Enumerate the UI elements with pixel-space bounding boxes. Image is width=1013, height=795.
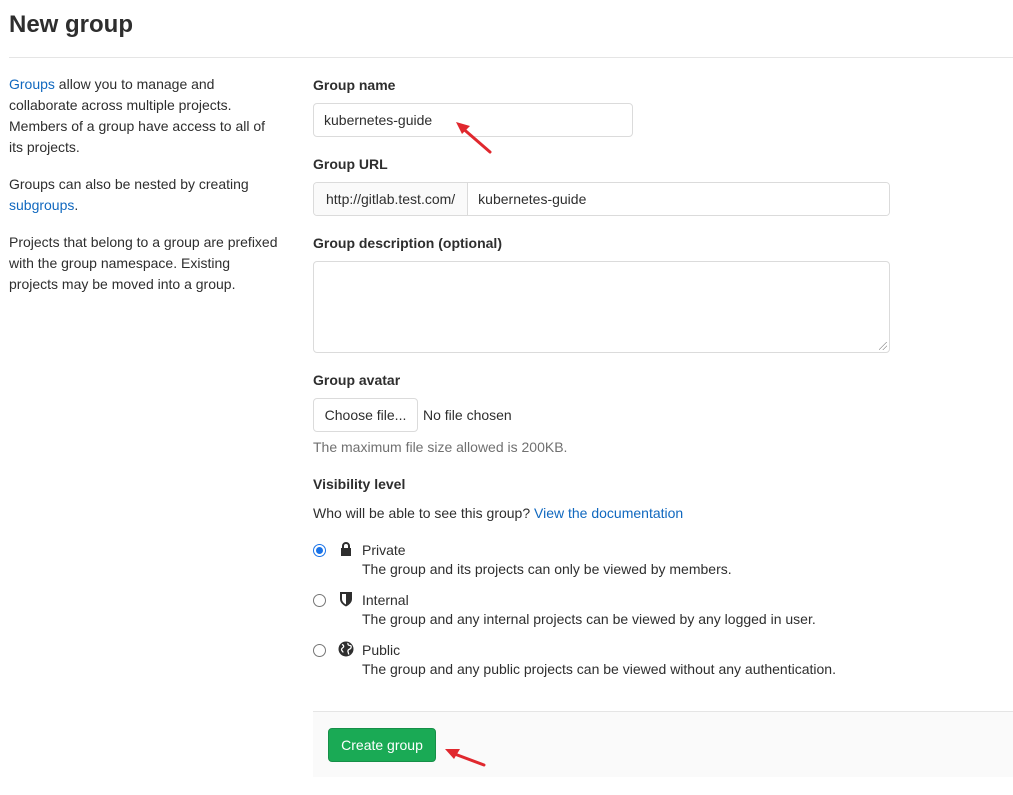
internal-radio[interactable] [313, 594, 326, 607]
public-radio[interactable] [313, 644, 326, 657]
private-radio[interactable] [313, 544, 326, 557]
visibility-level-label: Visibility level [313, 476, 406, 492]
avatar-help-text: The maximum file size allowed is 200KB. [313, 439, 568, 455]
group-avatar-label: Group avatar [313, 372, 401, 388]
visibility-question: Who will be able to see this group? View… [313, 505, 684, 521]
groups-link[interactable]: Groups [9, 76, 55, 92]
visibility-option-internal[interactable]: Internal The group and any internal proj… [313, 590, 913, 630]
lock-icon [338, 541, 354, 557]
group-description-label: Group description (optional) [313, 235, 502, 251]
view-documentation-link[interactable]: View the documentation [534, 505, 683, 521]
globe-icon [338, 641, 354, 657]
group-name-input[interactable]: kubernetes-guide [313, 103, 633, 137]
namespace-description: Projects that belong to a group are pref… [9, 234, 278, 292]
group-url-label: Group URL [313, 156, 388, 172]
title-divider [9, 57, 1013, 58]
create-group-button[interactable]: Create group [328, 728, 436, 762]
group-url-field: http://gitlab.test.com/ kubernetes-guide [313, 182, 890, 216]
public-label: Public [362, 642, 401, 658]
shield-icon [338, 591, 354, 607]
public-description: The group and any public projects can be… [362, 661, 836, 677]
group-description-textarea[interactable] [313, 261, 890, 353]
internal-label: Internal [362, 592, 409, 608]
page-title: New group [9, 11, 133, 38]
visibility-option-public[interactable]: Public The group and any public projects… [313, 640, 913, 680]
resize-handle[interactable] [879, 342, 887, 350]
groups-description: Groups allow you to manage and collabora… [9, 76, 266, 155]
subgroups-description: Groups can also be nested by creating su… [9, 176, 249, 213]
internal-description: The group and any internal projects can … [362, 611, 816, 627]
subgroups-link[interactable]: subgroups [9, 197, 74, 213]
group-info-sidebar: Groups allow you to manage and collabora… [9, 74, 279, 311]
choose-file-button[interactable]: Choose file... [313, 398, 418, 432]
private-description: The group and its projects can only be v… [362, 561, 732, 577]
group-name-label: Group name [313, 77, 396, 93]
private-label: Private [362, 542, 406, 558]
group-url-path-input[interactable]: kubernetes-guide [468, 183, 889, 215]
visibility-option-private[interactable]: Private The group and its projects can o… [313, 540, 913, 580]
file-status: No file chosen [423, 407, 512, 423]
group-url-prefix: http://gitlab.test.com/ [314, 183, 469, 215]
